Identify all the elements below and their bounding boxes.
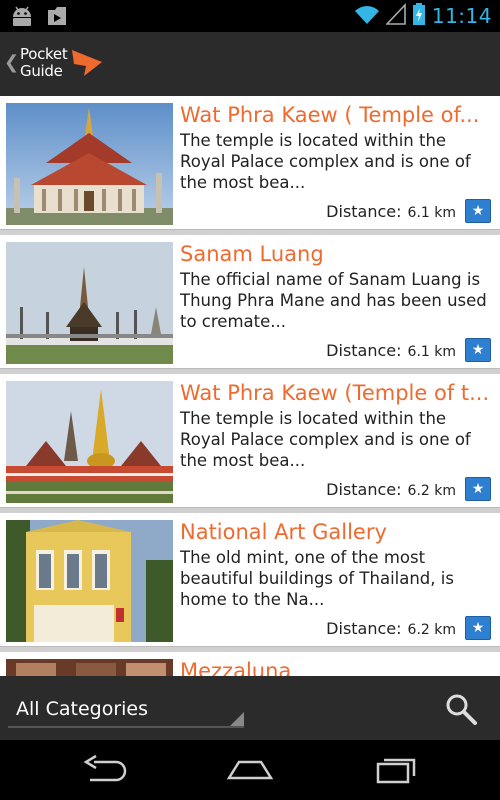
place-distance: Distance: 6.2 km bbox=[326, 619, 456, 638]
list-item[interactable]: Wat Phra Kaew ( Temple of... The temple … bbox=[0, 96, 500, 229]
search-button[interactable] bbox=[444, 692, 478, 726]
logo-word-pocket: Pocket bbox=[20, 45, 68, 63]
place-thumbnail bbox=[6, 659, 173, 676]
place-title[interactable]: Sanam Luang bbox=[180, 242, 492, 266]
distance-label: Distance: bbox=[326, 341, 402, 360]
distance-value: 6.2 km bbox=[407, 483, 456, 499]
status-time: 11:14 bbox=[431, 4, 492, 28]
back-arrow-icon bbox=[83, 754, 127, 782]
favorite-star-icon[interactable]: ★ bbox=[465, 338, 491, 362]
distance-value: 6.1 km bbox=[407, 205, 456, 221]
place-thumbnail bbox=[6, 242, 173, 364]
place-distance: Distance: 6.1 km bbox=[326, 341, 456, 360]
place-description: The temple is located within the Royal P… bbox=[180, 409, 471, 470]
list-item[interactable]: Sanam Luang The official name of Sanam L… bbox=[0, 235, 500, 368]
distance-label: Distance: bbox=[326, 202, 402, 221]
battery-charging-icon bbox=[412, 2, 426, 30]
favorite-star-icon[interactable]: ★ bbox=[465, 616, 491, 640]
place-description: The old mint, one of the most beautiful … bbox=[180, 548, 454, 609]
distance-label: Distance: bbox=[326, 480, 402, 499]
place-distance: Distance: 6.2 km bbox=[326, 480, 456, 499]
place-description: The official name of Sanam Luang is Thun… bbox=[180, 270, 487, 331]
back-chevron-icon[interactable]: ❮ bbox=[4, 52, 19, 73]
logo-word-guide: Guide bbox=[20, 62, 63, 80]
app-logo[interactable]: Pocket Guide bbox=[18, 42, 108, 88]
favorite-star-icon[interactable]: ★ bbox=[465, 477, 491, 501]
list-item[interactable]: Mezzaluna bbox=[0, 652, 500, 676]
favorite-star-icon[interactable]: ★ bbox=[465, 199, 491, 223]
recent-apps-icon bbox=[376, 758, 416, 784]
place-title[interactable]: Wat Phra Kaew (Temple of t... bbox=[180, 381, 492, 405]
navigation-bar bbox=[0, 740, 500, 800]
search-icon bbox=[446, 694, 477, 725]
distance-value: 6.2 km bbox=[407, 622, 456, 638]
places-list[interactable]: Wat Phra Kaew ( Temple of... The temple … bbox=[0, 96, 500, 676]
category-spinner[interactable]: All Categories bbox=[8, 690, 244, 728]
place-title[interactable]: National Art Gallery bbox=[180, 520, 492, 544]
nav-home-button[interactable] bbox=[225, 754, 275, 786]
home-icon bbox=[226, 760, 274, 780]
action-bar: ❮ Pocket Guide bbox=[0, 32, 500, 98]
place-thumbnail bbox=[6, 103, 173, 225]
distance-label: Distance: bbox=[326, 619, 402, 638]
status-bar: 11:14 bbox=[0, 0, 500, 32]
list-item[interactable]: National Art Gallery The old mint, one o… bbox=[0, 513, 500, 646]
logo-arrow-icon bbox=[72, 50, 102, 76]
place-thumbnail bbox=[6, 520, 173, 642]
nav-recents-button[interactable] bbox=[372, 754, 422, 786]
list-item[interactable]: Wat Phra Kaew (Temple of t... The temple… bbox=[0, 374, 500, 507]
distance-value: 6.1 km bbox=[407, 344, 456, 360]
nav-back-button[interactable] bbox=[80, 754, 130, 786]
place-thumbnail bbox=[6, 381, 173, 503]
download-icon bbox=[46, 5, 68, 31]
signal-icon bbox=[384, 2, 406, 29]
place-title[interactable]: Mezzaluna bbox=[180, 659, 492, 676]
place-description: The temple is located within the Royal P… bbox=[180, 131, 471, 192]
category-selected-label: All Categories bbox=[16, 698, 149, 720]
android-icon bbox=[10, 5, 34, 31]
category-bar: All Categories bbox=[0, 676, 500, 740]
wifi-icon bbox=[354, 3, 380, 29]
spinner-arrow-icon bbox=[230, 712, 244, 726]
place-distance: Distance: 6.1 km bbox=[326, 202, 456, 221]
place-title[interactable]: Wat Phra Kaew ( Temple of... bbox=[180, 103, 492, 127]
